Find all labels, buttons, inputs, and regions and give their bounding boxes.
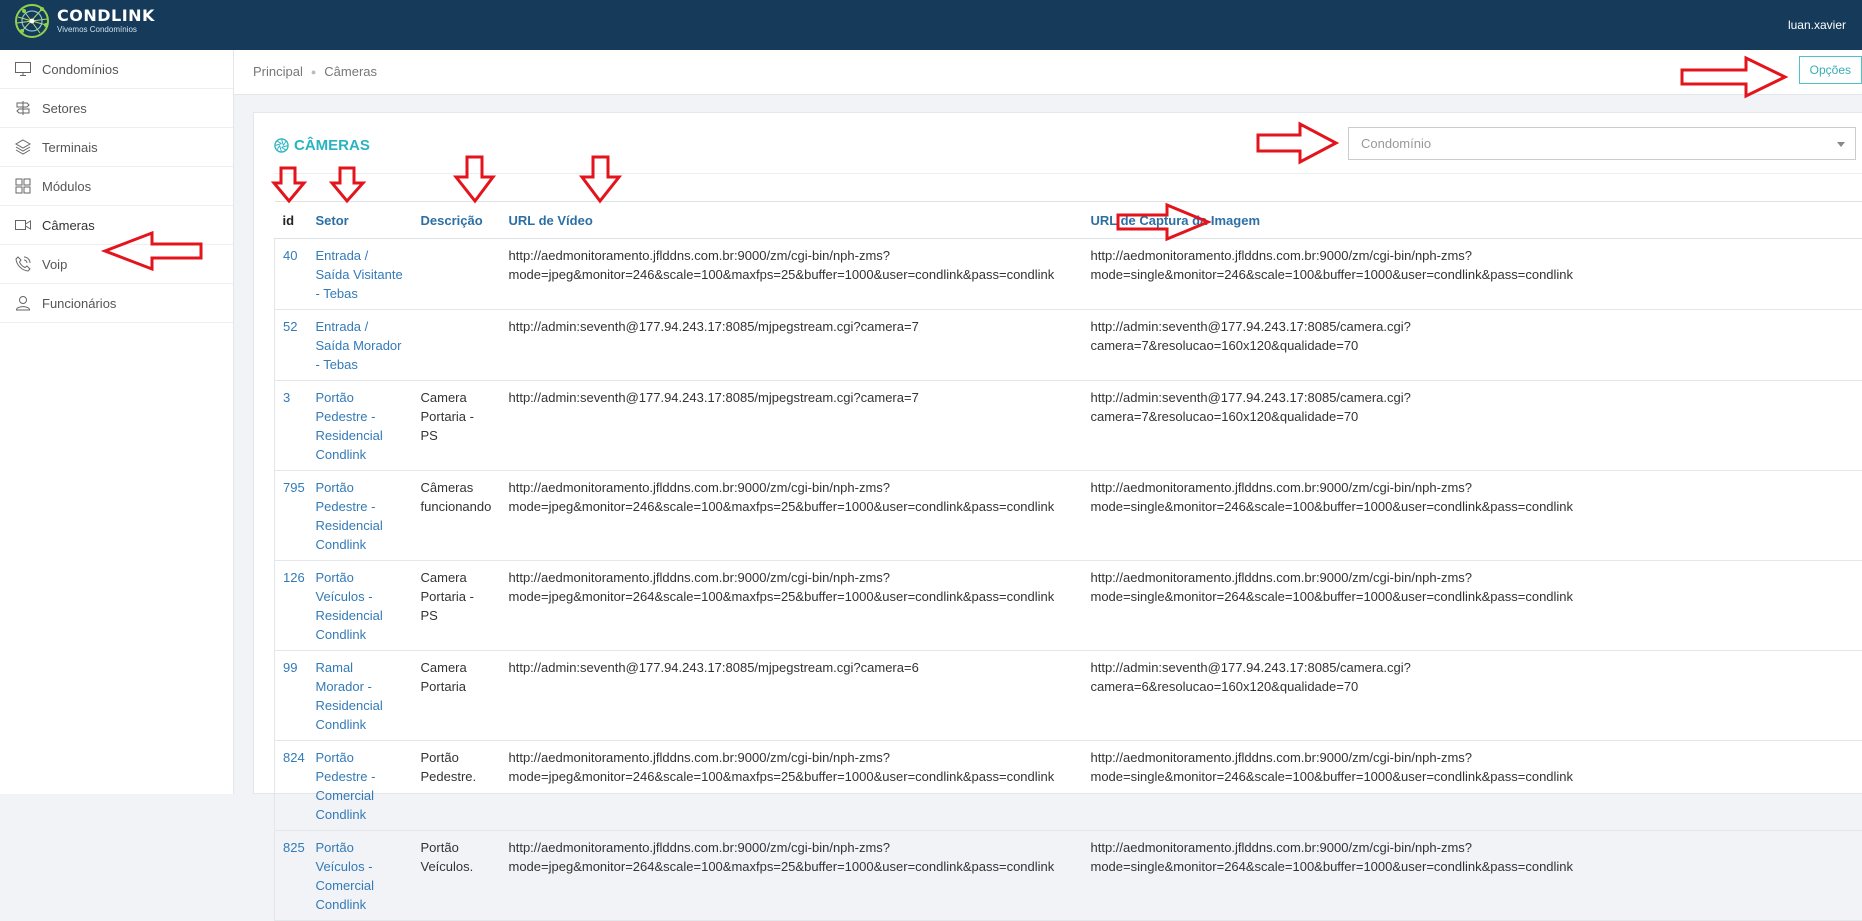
table-row[interactable]: 99Ramal Morador - Residencial CondlinkCa… [275, 651, 1862, 741]
sidebar-item-label: Módulos [42, 179, 91, 194]
user-menu[interactable]: luan.xavier [1788, 18, 1846, 32]
breadcrumb-home[interactable]: Principal [253, 64, 303, 79]
cell-setor[interactable]: Portão Veículos - Residencial Condlink [308, 561, 413, 651]
cell-descricao: Camera Portaria [413, 651, 501, 741]
cell-url-captura: http://aedmonitoramento.jflddns.com.br:9… [1083, 471, 1862, 561]
table-row[interactable]: 3Portão Pedestre - Residencial CondlinkC… [275, 381, 1862, 471]
cell-url-captura: http://aedmonitoramento.jflddns.com.br:9… [1083, 561, 1862, 651]
chevron-down-icon [1837, 142, 1845, 147]
cell-url-video: http://aedmonitoramento.jflddns.com.br:9… [501, 561, 1083, 651]
cell-url-captura: http://aedmonitoramento.jflddns.com.br:9… [1083, 741, 1862, 831]
column-header-url-video[interactable]: URL de Vídeo [501, 202, 1083, 239]
phone-icon [14, 255, 32, 273]
signpost-icon [14, 99, 32, 117]
cell-id[interactable]: 824 [275, 741, 308, 831]
brand-logo[interactable]: CONDLINK Vivemos Condomínios [14, 3, 155, 39]
user-icon [14, 294, 32, 312]
cell-descricao: Camera Portaria - PS [413, 561, 501, 651]
cell-setor[interactable]: Entrada / Saída Morador - Tebas [308, 310, 413, 381]
divider [274, 173, 1862, 174]
cell-setor[interactable]: Portão Veículos - Comercial Condlink [308, 831, 413, 921]
cell-url-video: http://admin:seventh@177.94.243.17:8085/… [501, 651, 1083, 741]
cell-url-captura: http://admin:seventh@177.94.243.17:8085/… [1083, 651, 1862, 741]
table-row[interactable]: 824Portão Pedestre - Comercial CondlinkP… [275, 741, 1862, 831]
top-navbar: CONDLINK Vivemos Condomínios luan.xavier [0, 0, 1862, 50]
sidebar: Condomínios Setores Terminais Módulos Câ… [0, 50, 234, 794]
brand-name: CONDLINK [57, 8, 155, 24]
breadcrumb-bar: Principal ● Câmeras Opções [234, 50, 1862, 95]
table-row[interactable]: 825Portão Veículos - Comercial CondlinkP… [275, 831, 1862, 921]
monitor-icon [14, 60, 32, 78]
sidebar-item-cameras[interactable]: Câmeras [0, 206, 233, 245]
cell-descricao [413, 310, 501, 381]
cameras-card: CÂMERAS Condomínio id Setor Descrição UR… [253, 112, 1862, 794]
cell-id[interactable]: 825 [275, 831, 308, 921]
sidebar-item-label: Voip [42, 257, 67, 272]
sidebar-item-condominios[interactable]: Condomínios [0, 50, 233, 89]
cell-id[interactable]: 99 [275, 651, 308, 741]
column-header-id[interactable]: id [275, 202, 308, 239]
cell-setor[interactable]: Ramal Morador - Residencial Condlink [308, 651, 413, 741]
column-header-descricao[interactable]: Descrição [413, 202, 501, 239]
sidebar-item-label: Funcionários [42, 296, 116, 311]
cell-setor[interactable]: Portão Pedestre - Residencial Condlink [308, 381, 413, 471]
cell-url-captura: http://aedmonitoramento.jflddns.com.br:9… [1083, 831, 1862, 921]
cell-descricao: Câmeras funcionando [413, 471, 501, 561]
layers-icon [14, 138, 32, 156]
cell-url-captura: http://aedmonitoramento.jflddns.com.br:9… [1083, 239, 1862, 310]
cell-url-captura: http://admin:seventh@177.94.243.17:8085/… [1083, 381, 1862, 471]
sidebar-item-terminais[interactable]: Terminais [0, 128, 233, 167]
sidebar-item-label: Câmeras [42, 218, 95, 233]
table-row[interactable]: 795Portão Pedestre - Residencial Condlin… [275, 471, 1862, 561]
cell-url-video: http://aedmonitoramento.jflddns.com.br:9… [501, 741, 1083, 831]
table-header-row: id Setor Descrição URL de Vídeo URL de C… [275, 202, 1862, 239]
cell-descricao: Portão Pedestre. [413, 741, 501, 831]
cell-url-captura: http://admin:seventh@177.94.243.17:8085/… [1083, 310, 1862, 381]
cell-setor[interactable]: Portão Pedestre - Comercial Condlink [308, 741, 413, 831]
cell-setor[interactable]: Entrada / Saída Visitante - Tebas [308, 239, 413, 310]
cell-descricao: Camera Portaria - PS [413, 381, 501, 471]
column-header-url-captura[interactable]: URL de Captura da Imagem [1083, 202, 1862, 239]
globe-logo-icon [14, 3, 50, 39]
card-title: CÂMERAS [274, 137, 370, 154]
sidebar-item-label: Terminais [42, 140, 98, 155]
sidebar-item-label: Setores [42, 101, 87, 116]
sidebar-item-voip[interactable]: Voip [0, 245, 233, 284]
sidebar-item-funcionarios[interactable]: Funcionários [0, 284, 233, 323]
condominio-select-placeholder: Condomínio [1361, 136, 1431, 151]
cell-url-video: http://aedmonitoramento.jflddns.com.br:9… [501, 239, 1083, 310]
cell-url-video: http://aedmonitoramento.jflddns.com.br:9… [501, 471, 1083, 561]
grid-icon [14, 177, 32, 195]
cell-url-video: http://admin:seventh@177.94.243.17:8085/… [501, 310, 1083, 381]
cell-id[interactable]: 40 [275, 239, 308, 310]
cell-id[interactable]: 3 [275, 381, 308, 471]
column-header-setor[interactable]: Setor [308, 202, 413, 239]
cell-id[interactable]: 126 [275, 561, 308, 651]
cell-url-video: http://aedmonitoramento.jflddns.com.br:9… [501, 831, 1083, 921]
cell-descricao: Portão Veículos. [413, 831, 501, 921]
options-button[interactable]: Opções [1799, 56, 1862, 84]
sidebar-item-setores[interactable]: Setores [0, 89, 233, 128]
cell-id[interactable]: 52 [275, 310, 308, 381]
cell-id[interactable]: 795 [275, 471, 308, 561]
table-row[interactable]: 40Entrada / Saída Visitante - Tebas http:… [275, 239, 1862, 310]
brand-tagline: Vivemos Condomínios [57, 26, 155, 34]
table-row[interactable]: 52Entrada / Saída Morador - Tebas http://… [275, 310, 1862, 381]
cell-setor[interactable]: Portão Pedestre - Residencial Condlink [308, 471, 413, 561]
video-camera-icon [14, 216, 32, 234]
cell-url-video: http://admin:seventh@177.94.243.17:8085/… [501, 381, 1083, 471]
sidebar-item-label: Condomínios [42, 62, 119, 77]
breadcrumb-separator: ● [311, 67, 316, 77]
cell-descricao [413, 239, 501, 310]
aperture-icon [274, 138, 289, 153]
sidebar-item-modulos[interactable]: Módulos [0, 167, 233, 206]
table-row[interactable]: 126Portão Veículos - Residencial Condlin… [275, 561, 1862, 651]
breadcrumb-current: Câmeras [324, 64, 377, 79]
condominio-select[interactable]: Condomínio [1348, 127, 1856, 160]
card-title-text: CÂMERAS [294, 137, 370, 154]
breadcrumb: Principal ● Câmeras [253, 64, 377, 79]
cameras-table: id Setor Descrição URL de Vídeo URL de C… [274, 201, 1862, 921]
